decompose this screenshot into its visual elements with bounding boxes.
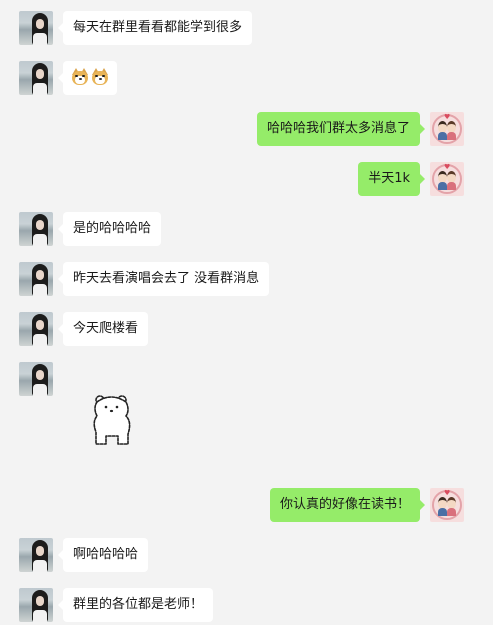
message-bubble[interactable]: 今天爬楼看 xyxy=(57,312,149,346)
message-bubble[interactable] xyxy=(58,61,117,95)
message-bubble[interactable]: 哈哈哈我们群太多消息了 xyxy=(256,112,426,146)
girl-avatar[interactable] xyxy=(19,362,53,396)
message-row: 今天爬楼看 xyxy=(0,312,493,352)
message-bubble[interactable]: 群里的各位都是老师！ xyxy=(57,588,214,622)
girl-avatar[interactable] xyxy=(19,61,53,95)
message-row: 啊哈哈哈哈 xyxy=(0,538,493,578)
message-bubble[interactable]: 每天在群里看看都能学到很多 xyxy=(57,11,253,45)
message-bubble[interactable]: 啊哈哈哈哈 xyxy=(57,538,149,572)
girl-avatar[interactable] xyxy=(19,212,53,246)
girl-avatar[interactable] xyxy=(19,588,53,622)
message-row: 半天1k ♥ xyxy=(0,162,493,202)
dog-face-icon xyxy=(71,68,89,85)
bear-sticker[interactable] xyxy=(82,390,142,454)
message-row: 昨天去看演唱会去了 没看群消息 xyxy=(0,262,493,302)
message-row: 是的哈哈哈哈 xyxy=(0,212,493,252)
girl-avatar[interactable] xyxy=(19,11,53,45)
message-bubble[interactable]: 是的哈哈哈哈 xyxy=(57,212,162,246)
couple-avatar[interactable]: ♥ xyxy=(430,488,464,522)
message-row: 哈哈哈我们群太多消息了 ♥ xyxy=(0,112,493,152)
dog-face-emoji-pair xyxy=(71,68,109,85)
message-row: 每天在群里看看都能学到很多 xyxy=(0,11,493,51)
couple-avatar[interactable]: ♥ xyxy=(430,112,464,146)
girl-avatar[interactable] xyxy=(19,262,53,296)
message-bubble[interactable]: 半天1k xyxy=(358,162,425,196)
message-bubble[interactable]: 昨天去看演唱会去了 没看群消息 xyxy=(57,262,270,296)
dog-face-icon xyxy=(91,68,109,85)
couple-avatar[interactable]: ♥ xyxy=(430,162,464,196)
message-row xyxy=(0,362,493,402)
message-row: 你认真的好像在读书！ ♥ xyxy=(0,488,493,528)
message-row xyxy=(0,61,493,101)
girl-avatar[interactable] xyxy=(19,538,53,572)
message-bubble[interactable]: 你认真的好像在读书！ xyxy=(269,488,426,522)
message-row: 群里的各位都是老师！ xyxy=(0,588,493,625)
girl-avatar[interactable] xyxy=(19,312,53,346)
chat-window: 每天在群里看看都能学到很多 哈哈哈我们群太多消息了 ♥ 半天1k ♥ 是的哈哈哈… xyxy=(0,0,493,625)
